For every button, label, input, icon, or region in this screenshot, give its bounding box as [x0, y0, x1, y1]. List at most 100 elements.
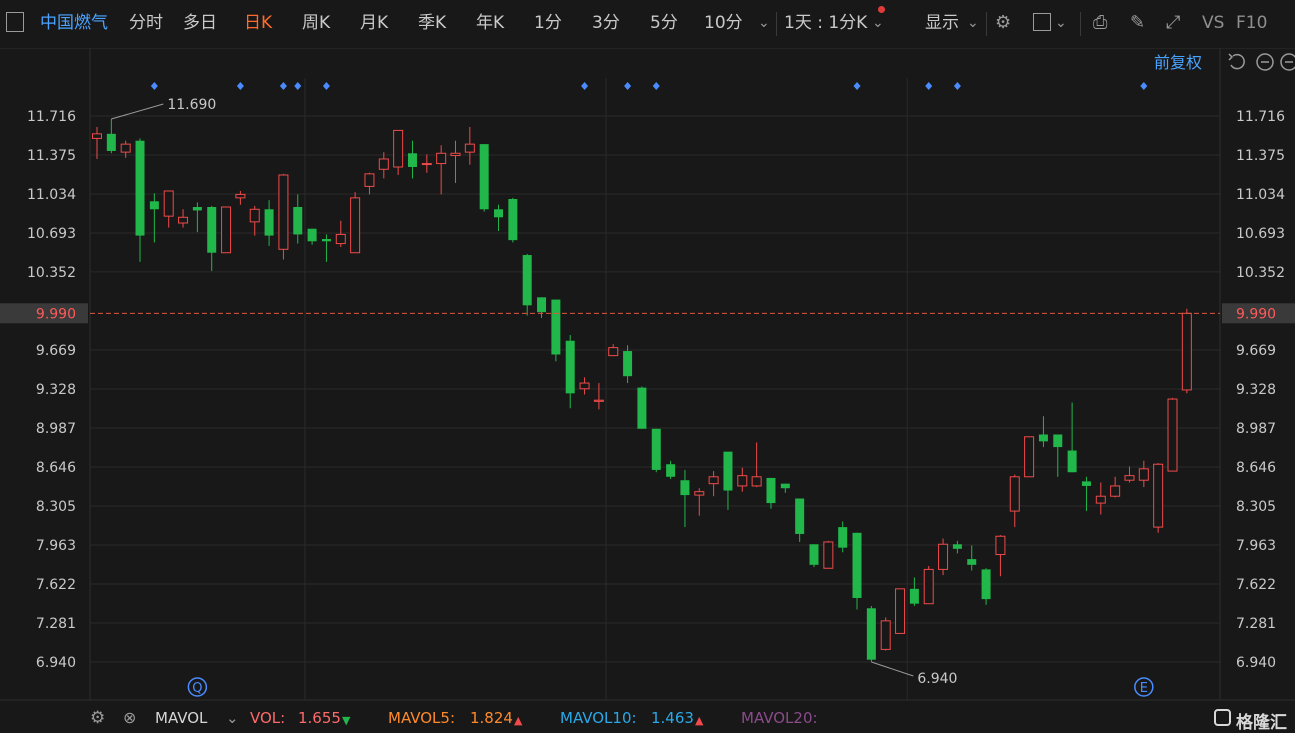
layout-square-icon[interactable]: [1033, 13, 1051, 31]
candle-body: [106, 133, 116, 151]
tab-period-2[interactable]: 日K: [244, 11, 272, 35]
minus-circle-icon[interactable]: [1256, 53, 1274, 71]
vs-button[interactable]: VS: [1202, 11, 1224, 35]
tab-period-3[interactable]: 周K: [302, 11, 330, 35]
candle-body: [1024, 436, 1035, 478]
y-tick-label-right: 9.990: [1236, 306, 1276, 322]
event-marker: [236, 82, 244, 90]
chevron-down-icon[interactable]: ⌄: [872, 11, 884, 35]
expand-icon[interactable]: ⤢: [1166, 11, 1180, 35]
candle-body: [880, 620, 891, 650]
candle-body: [192, 207, 202, 211]
candle: [723, 451, 733, 510]
y-tick-label-left: 8.987: [36, 421, 76, 437]
tab-period-5[interactable]: 季K: [418, 11, 446, 35]
event-marker: [322, 82, 330, 90]
candle: [838, 521, 848, 553]
gear-icon[interactable]: ⚙: [995, 11, 1011, 35]
y-tick-label-right: 8.987: [1236, 421, 1276, 437]
candle-body: [909, 588, 919, 604]
candles: [92, 118, 1192, 662]
camera-icon[interactable]: ⎙: [1093, 11, 1107, 35]
chevron-down-icon[interactable]: ⌄: [1055, 11, 1067, 35]
candle: [393, 129, 404, 175]
candle: [565, 335, 575, 409]
candle-body: [1167, 398, 1178, 472]
candle: [537, 297, 547, 318]
event-marker: [953, 82, 961, 90]
candle-body: [623, 351, 633, 377]
candle-body: [852, 532, 862, 598]
chevron-down-icon[interactable]: ⌄: [967, 11, 979, 35]
y-tick-label-left: 7.622: [36, 577, 76, 593]
arrow-down-icon: ▼: [342, 714, 351, 727]
tab-period-7[interactable]: 1分: [534, 11, 562, 35]
candle-body: [464, 143, 475, 153]
y-tick-label-left: 9.328: [36, 382, 76, 398]
candle: [766, 477, 776, 509]
chevron-down-icon[interactable]: ⌄: [226, 708, 239, 728]
mavol20-label: MAVOL20:: [741, 709, 818, 727]
candle-body: [207, 207, 217, 253]
candle: [795, 498, 805, 542]
plus-circle-icon[interactable]: [1280, 53, 1295, 71]
candle-body: [494, 209, 504, 218]
close-icon[interactable]: ⊗: [123, 708, 136, 728]
y-tick-label-left: 6.940: [36, 655, 76, 671]
candle-body: [178, 216, 189, 224]
candle: [508, 197, 518, 243]
tab-period-6[interactable]: 年K: [476, 11, 504, 35]
max-price-label: 11.690: [167, 97, 216, 113]
tab-period-10[interactable]: 10分: [704, 11, 743, 35]
interval-dropdown[interactable]: 1天 : 1分K: [784, 11, 867, 35]
candle-body: [293, 207, 303, 235]
candle: [593, 383, 604, 410]
chevron-down-icon[interactable]: ⌄: [758, 11, 770, 35]
y-tick-label-left: 10.352: [27, 265, 76, 281]
candle-body: [694, 491, 705, 496]
candle: [1067, 402, 1077, 473]
candle-body: [135, 140, 145, 236]
gear-icon[interactable]: ⚙: [90, 708, 105, 728]
brand-logo: 格隆汇: [1236, 713, 1287, 733]
candle-body: [708, 476, 719, 485]
indicator-name[interactable]: MAVOL: [155, 708, 207, 728]
candle: [249, 205, 260, 236]
candle-body: [637, 387, 647, 429]
candle: [235, 190, 246, 205]
candle: [421, 154, 432, 173]
tab-period-0[interactable]: 分时: [129, 11, 163, 35]
panel-toggle-icon[interactable]: [6, 12, 24, 32]
event-marker: [652, 82, 660, 90]
candle-body: [321, 239, 331, 242]
candle: [464, 126, 475, 165]
display-menu[interactable]: 显示: [925, 11, 959, 35]
notification-dot: [878, 6, 885, 13]
stock-name[interactable]: 中国燃气: [40, 11, 108, 35]
candle: [1038, 416, 1048, 448]
tab-period-9[interactable]: 5分: [650, 11, 678, 35]
candlestick-chart[interactable]: 11.716 11.375 11.034 10.693 10.352 9.990 9.669…: [0, 48, 1295, 708]
candle: [751, 442, 762, 488]
pencil-icon[interactable]: ✎: [1130, 11, 1145, 35]
event-marker: [624, 82, 632, 90]
tab-period-8[interactable]: 3分: [592, 11, 620, 35]
candle-body: [666, 464, 676, 477]
candle: [823, 540, 834, 569]
candle: [637, 386, 647, 429]
candle-body: [723, 451, 733, 491]
candle-body: [995, 535, 1006, 556]
candle-body: [938, 543, 949, 570]
event-marker: [925, 82, 933, 90]
adjust-mode-label[interactable]: 前复权: [1154, 53, 1202, 72]
tab-period-4[interactable]: 月K: [360, 11, 388, 35]
candle: [307, 228, 317, 245]
candle-body: [651, 428, 661, 470]
candle: [938, 538, 949, 576]
candle-body: [1038, 434, 1048, 442]
undo-icon[interactable]: [1228, 53, 1245, 70]
tab-period-1[interactable]: 多日: [183, 11, 217, 35]
candle: [163, 190, 174, 228]
candle-body: [766, 477, 776, 504]
f10-button[interactable]: F10: [1236, 11, 1267, 35]
